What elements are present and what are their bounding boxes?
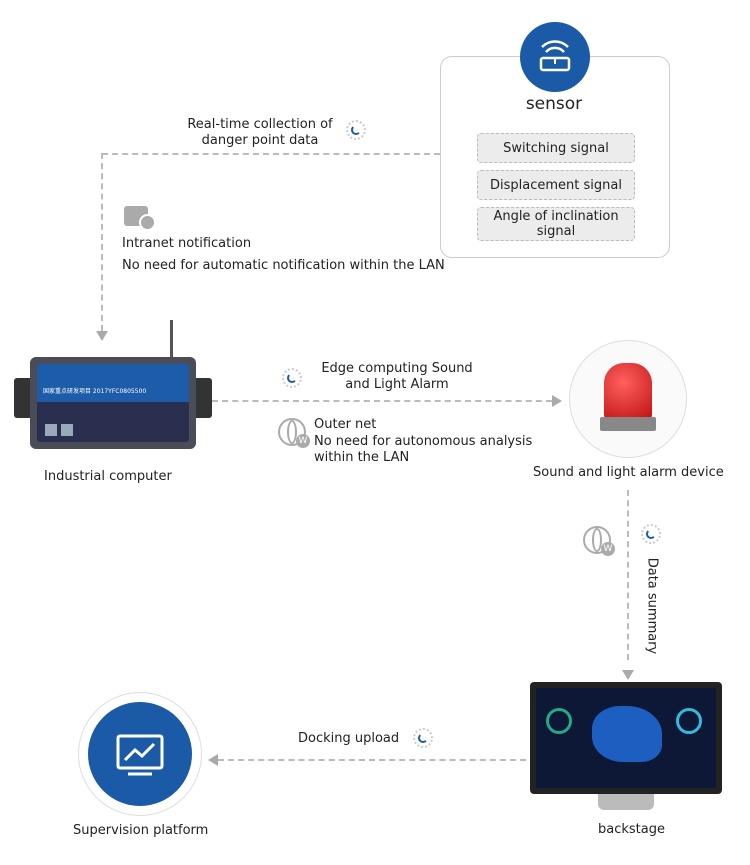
signal-inclination: Angle of inclination signal	[477, 207, 635, 241]
outer-net-desc: No need for autonomous analysis within t…	[314, 434, 533, 465]
sync-icon	[346, 120, 366, 140]
sync-icon	[641, 524, 661, 544]
backstage-label: backstage	[598, 822, 665, 837]
intranet-desc: No need for automatic notification withi…	[122, 258, 445, 273]
arrow-right-icon	[552, 395, 562, 407]
alarm-line	[212, 400, 552, 402]
supervision-label: Supervision platform	[73, 823, 209, 838]
arrow-down-icon	[96, 331, 108, 341]
arrow-down-icon	[622, 670, 634, 680]
alarm-device-label: Sound and light alarm device	[533, 465, 724, 480]
sync-icon	[282, 368, 302, 388]
backstage-monitor	[530, 682, 722, 794]
docking-label: Docking upload	[298, 731, 400, 746]
intranet-title: Intranet notification	[122, 236, 252, 251]
arrow-left-icon	[208, 754, 218, 766]
edge-alarm-label: Edge computing Sound and Light Alarm	[321, 361, 473, 392]
collection-label: Real-time collection of danger point dat…	[187, 117, 333, 148]
ip-notification-icon	[124, 206, 156, 231]
industrial-computer-label: Industrial computer	[44, 469, 172, 484]
globe-web-icon: W	[278, 418, 310, 448]
router-icon	[520, 22, 590, 92]
globe-web-icon: W	[583, 526, 615, 556]
monitor-stand	[598, 794, 654, 810]
device-label: 国家重点研发项目 2017YFC0805500	[43, 388, 147, 395]
signal-displacement: Displacement signal	[477, 170, 635, 200]
data-summary-label: Data summary	[644, 557, 660, 655]
supervision-platform	[78, 692, 202, 816]
diagram: Switching signal Displacement signal Ang…	[0, 0, 750, 865]
chart-monitor-icon	[88, 702, 192, 806]
antenna	[170, 320, 173, 360]
alarm-device	[569, 340, 687, 458]
industrial-computer-device: 国家重点研发项目 2017YFC0805500	[30, 357, 196, 449]
collection-line	[102, 153, 440, 155]
signal-switching: Switching signal	[477, 133, 635, 163]
collection-line-vertical	[101, 153, 103, 331]
sensor-title: sensor	[525, 94, 583, 114]
sync-icon	[413, 728, 433, 748]
outer-net-title: Outer net	[314, 417, 377, 432]
summary-line	[627, 490, 629, 660]
docking-line	[218, 759, 526, 761]
